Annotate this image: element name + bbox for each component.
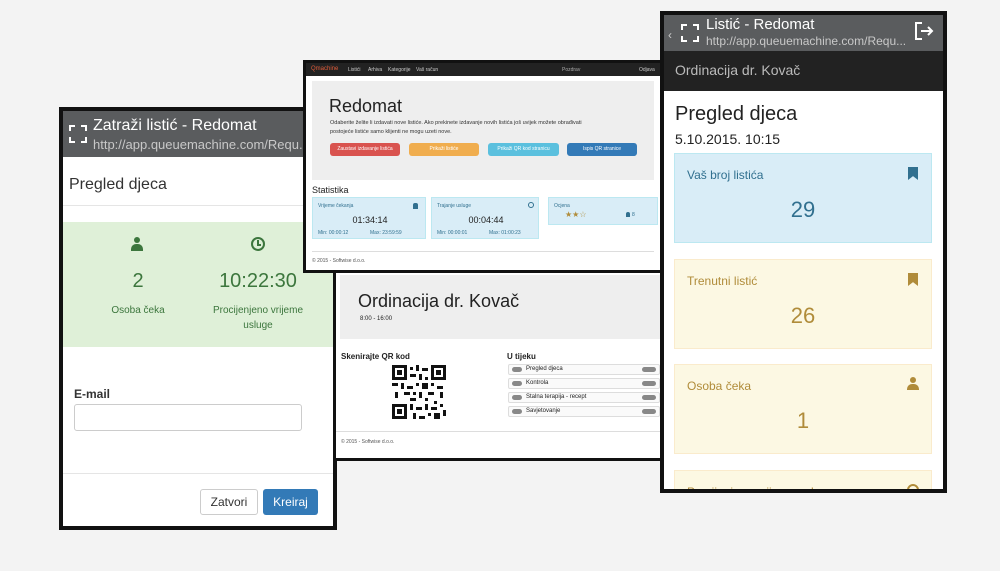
user-icon [130,237,144,251]
create-button[interactable]: Kreiraj [263,489,318,515]
desktop-footer-divider [312,251,654,252]
bookmark-icon [908,273,918,286]
wait-max: Max: 23:59:59 [370,230,402,236]
service-label: Trajanje usluge [437,203,472,209]
back-icon[interactable]: ‹ [668,28,672,42]
wait-stat-card: Vrijeme čekanja 01:34:14 Min: 00:00:12 M… [312,197,426,239]
clinic-name: Ordinacija dr. Kovač [675,62,801,78]
show-qr-button[interactable]: Prikaži QR kod stranicu [488,143,559,156]
card-label: Procijenjeno vrijeme usluge [687,485,834,493]
display-hours: 8:00 - 16:00 [360,316,393,322]
clock-icon [907,484,919,489]
nav-arhiva[interactable]: Arhiva [368,67,382,73]
stats-panel: 2 Osoba čeka 10:22:30 Procijenjeno vrije… [63,222,333,347]
print-qr-button[interactable]: Ispis QR stranice [567,143,637,156]
card-label: Vaš broj listića [687,168,764,182]
close-button[interactable]: Zatvori [200,489,258,515]
clock-icon [251,237,265,251]
service-stat-card: Trajanje usluge 00:04:44 Min: 00:00:01 M… [431,197,539,239]
description-1: Odaberite želite li izdavati nove listić… [330,120,582,126]
right-phone-titlebar: ‹ Listić - Redomat http://app.queuemachi… [664,15,943,51]
user-icon [907,377,919,390]
card-value: 29 [790,197,816,222]
rating-stat-card: Ocjena ★★☆ 8 [548,197,658,225]
queue-item: Savjetovanje [508,406,660,417]
card-value: 1 [796,408,810,433]
wait-value: 01:34:14 [352,215,388,225]
service-max: Max: 01:00:23 [489,230,521,236]
navbar: Qmachine Listići Arhiva Kategorije Vaš r… [306,63,660,76]
fullscreen-icon[interactable] [69,125,87,143]
user-icon [413,203,418,209]
desktop-footer: © 2015 - Softwise d.o.o. [312,258,366,264]
nav-racun[interactable]: Vaš račun [416,67,438,73]
window-url: http://app.queuemachine.com/Requ... [706,34,907,48]
display-footer: © 2015 - Softwise d.o.o. [341,439,395,445]
queue-item: Kontrola [508,378,660,389]
fullscreen-icon[interactable] [681,24,699,42]
qr-code [392,365,446,419]
display-header: Ordinacija dr. Kovač 8:00 - 16:00 [340,275,662,339]
desktop-window: Qmachine Listići Arhiva Kategorije Vaš r… [303,60,663,273]
exit-icon[interactable] [914,21,934,41]
nav-kategorije[interactable]: Kategorije [388,67,411,73]
card-label: Osoba čeka [687,379,752,393]
window-title: Listić - Redomat [706,16,815,33]
show-tickets-button[interactable]: Prikaži listiće [409,143,479,156]
greeting: Pozdrav [562,67,581,73]
right-phone-window: ‹ Listić - Redomat http://app.queuemachi… [660,11,947,493]
bookmark-icon [908,167,918,180]
brand-logo[interactable]: Qmachine [311,66,338,72]
queue-item: Pregled djeca [508,364,660,375]
rating-count: 8 [632,212,635,218]
stop-issuing-button[interactable]: Zaustavi izdavanje listića [330,143,400,156]
rating-stars: ★★☆ [565,210,587,219]
current-ticket-card: Trenutni listić 26 [674,259,932,349]
modal-heading: Pregled djeca [69,176,167,193]
est-label-1: Procijenjeno vrijeme [212,305,304,316]
queue-item: Stalna terapija - recept [508,392,660,403]
app-header: Ordinacija dr. Kovač [664,51,943,91]
left-phone-titlebar: Zatraži listić - Redomat http://app.queu… [63,111,333,157]
scan-label: Skenirajte QR kod [341,352,410,361]
card-value: 26 [790,303,816,328]
jumbotron: Redomat Odaberite želite li izdavati nov… [312,81,654,180]
logout-link[interactable]: Odjava [639,67,655,73]
divider [63,205,333,206]
page-title: Redomat [329,96,403,116]
progress-label: U tijeku [507,352,536,361]
clock-icon [528,202,534,208]
est-time: 10:22:30 [219,270,297,292]
stats-title: Statistika [312,185,349,195]
wait-label: Vrijeme čekanja [318,203,354,209]
card-label: Trenutni listić [687,274,758,288]
est-label-2: usluge [243,320,273,331]
email-label: E-mail [74,387,111,401]
display-footer-divider [336,431,662,432]
est-time-card: Procijenjeno vrijeme usluge [674,470,932,493]
rating-label: Ocjena [554,203,570,209]
nav-listici[interactable]: Listići [348,67,361,73]
service-heading: Pregled djeca [675,103,798,125]
display-title: Ordinacija dr. Kovač [358,291,520,311]
waiting-card: Osoba čeka 1 [674,364,932,454]
your-ticket-card: Vaš broj listića 29 [674,153,932,243]
email-input[interactable] [74,404,302,431]
window-title: Zatraži listić - Redomat [93,117,257,134]
footer-divider [63,473,333,474]
service-min: Min: 00:00:01 [437,230,468,236]
description-2: postojeće listiće samo klijenti ne mogu … [330,129,452,135]
left-phone-window: Zatraži listić - Redomat http://app.queu… [59,107,337,530]
service-value: 00:04:44 [468,215,504,225]
wait-min: Min: 00:00:12 [318,230,349,236]
user-icon [626,212,630,217]
ticket-datetime: 5.10.2015. 10:15 [675,131,781,147]
window-url: http://app.queuemachine.com/Requ... [93,137,310,152]
